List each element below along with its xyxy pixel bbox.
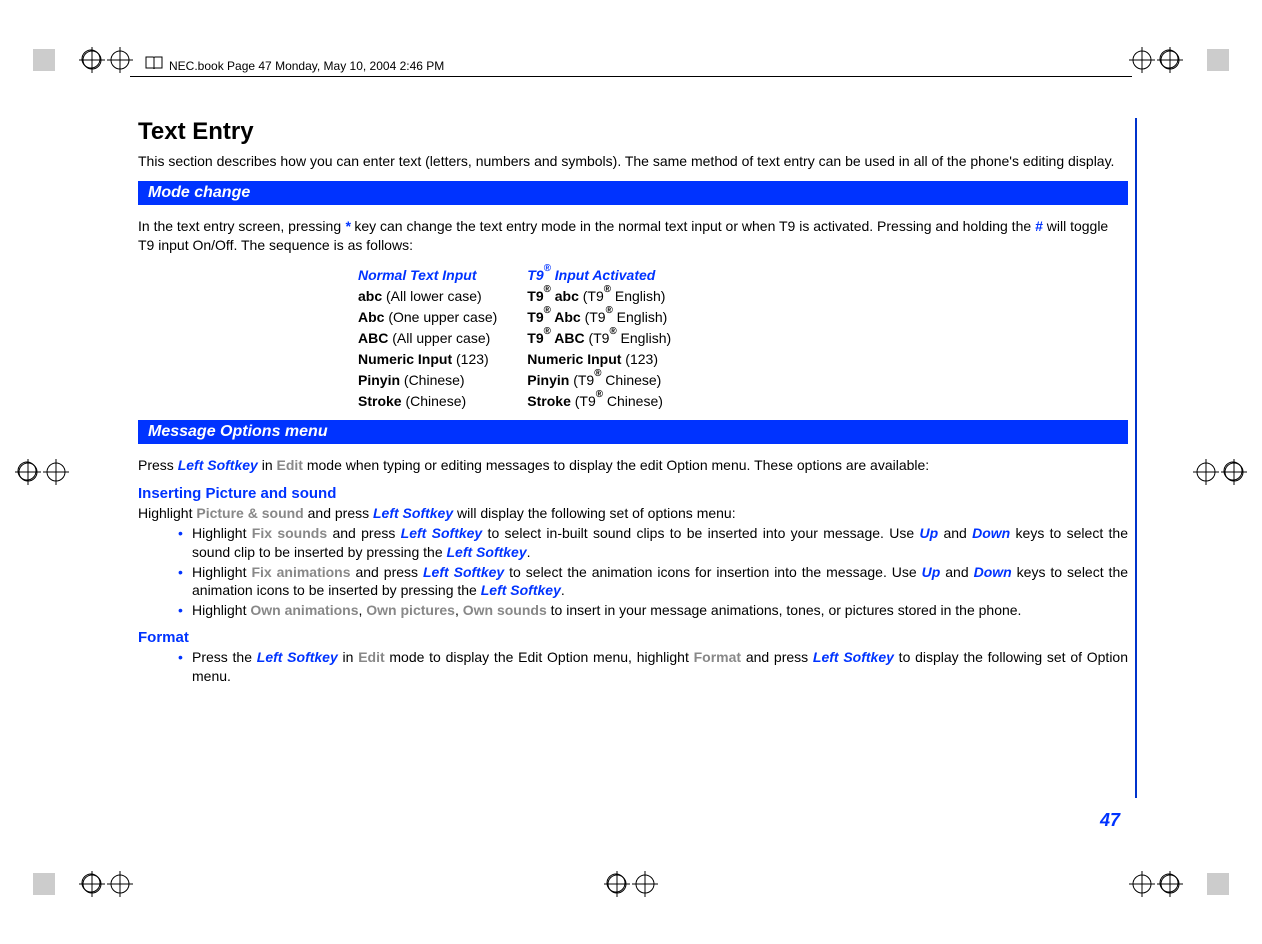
list-item: Press the Left Softkey in Edit mode to d… <box>178 648 1128 684</box>
list-item: ABC (All upper case) <box>358 328 497 349</box>
format-ref: Format <box>694 649 741 665</box>
subheading-format: Format <box>138 629 1128 646</box>
edit-ref: Edit <box>277 457 303 473</box>
right-margin-line <box>1135 118 1137 798</box>
list-item: Highlight Own animations, Own pictures, … <box>178 601 1128 619</box>
printer-mark-gray <box>1207 49 1229 71</box>
mode-columns: Normal Text Input abc (All lower case) A… <box>358 265 1128 412</box>
inserting-bullets: Highlight Fix sounds and press Left Soft… <box>138 524 1128 619</box>
page-number: 47 <box>1100 810 1120 831</box>
down-key-ref: Down <box>974 564 1012 580</box>
registration-mark-icon <box>78 46 134 74</box>
section-mode-change: Mode change <box>138 181 1128 205</box>
left-softkey-ref: Left Softkey <box>178 457 258 473</box>
up-key-ref: Up <box>919 525 938 541</box>
own-pictures-ref: Own pictures <box>366 602 455 618</box>
section-message-options: Message Options menu <box>138 420 1128 444</box>
list-item: Highlight Fix sounds and press Left Soft… <box>178 524 1128 560</box>
list-item: T9® Abc (T9® English) <box>527 307 671 328</box>
left-softkey-ref: Left Softkey <box>481 582 561 598</box>
header-text: NEC.book Page 47 Monday, May 10, 2004 2:… <box>169 59 444 73</box>
subheading-inserting: Inserting Picture and sound <box>138 485 1128 502</box>
left-softkey-ref: Left Softkey <box>257 649 338 665</box>
left-softkey-ref: Left Softkey <box>373 505 453 521</box>
list-item: T9® ABC (T9® English) <box>527 328 671 349</box>
intro-paragraph: This section describes how you can enter… <box>138 152 1128 171</box>
registration-mark-icon <box>14 458 70 486</box>
printer-mark-gray <box>1207 873 1229 895</box>
printer-mark-gray <box>33 49 55 71</box>
down-key-ref: Down <box>972 525 1010 541</box>
page-content: Text Entry This section describes how yo… <box>138 118 1128 689</box>
col2-heading: T9® Input Activated <box>527 265 671 286</box>
registration-mark-icon <box>603 870 659 898</box>
list-item: Highlight Fix animations and press Left … <box>178 563 1128 599</box>
normal-text-input-column: Normal Text Input abc (All lower case) A… <box>358 265 497 412</box>
left-softkey-ref: Left Softkey <box>401 525 483 541</box>
list-item: Pinyin (Chinese) <box>358 370 497 391</box>
page-header: NEC.book Page 47 Monday, May 10, 2004 2:… <box>145 55 444 76</box>
list-item: Numeric Input (123) <box>358 349 497 370</box>
hash-key: # <box>1035 218 1043 234</box>
format-bullets: Press the Left Softkey in Edit mode to d… <box>138 648 1128 684</box>
col1-heading: Normal Text Input <box>358 265 497 286</box>
fix-animations-ref: Fix animations <box>251 564 350 580</box>
header-rule <box>130 76 1132 77</box>
left-softkey-ref: Left Softkey <box>447 544 527 560</box>
list-item: Stroke (T9® Chinese) <box>527 391 671 412</box>
list-item: abc (All lower case) <box>358 286 497 307</box>
inserting-paragraph: Highlight Picture & sound and press Left… <box>138 504 1128 523</box>
list-item: Abc (One upper case) <box>358 307 497 328</box>
registration-mark-icon <box>1128 46 1184 74</box>
t9-input-column: T9® Input Activated T9® abc (T9® English… <box>527 265 671 412</box>
own-animations-ref: Own animations <box>250 602 358 618</box>
list-item: Pinyin (T9® Chinese) <box>527 370 671 391</box>
printer-mark-gray <box>33 873 55 895</box>
picture-sound-ref: Picture & sound <box>196 505 303 521</box>
up-key-ref: Up <box>922 564 941 580</box>
message-options-paragraph: Press Left Softkey in Edit mode when typ… <box>138 456 1128 475</box>
book-icon <box>145 55 163 76</box>
mode-change-paragraph: In the text entry screen, pressing * key… <box>138 217 1128 255</box>
edit-ref: Edit <box>358 649 384 665</box>
list-item: T9® abc (T9® English) <box>527 286 671 307</box>
fix-sounds-ref: Fix sounds <box>252 525 327 541</box>
registration-mark-icon <box>78 870 134 898</box>
registration-mark-icon <box>1192 458 1248 486</box>
list-item: Stroke (Chinese) <box>358 391 497 412</box>
left-softkey-ref: Left Softkey <box>813 649 894 665</box>
page-title: Text Entry <box>138 118 1128 146</box>
list-item: Numeric Input (123) <box>527 349 671 370</box>
left-softkey-ref: Left Softkey <box>423 564 504 580</box>
registration-mark-icon <box>1128 870 1184 898</box>
own-sounds-ref: Own sounds <box>463 602 547 618</box>
